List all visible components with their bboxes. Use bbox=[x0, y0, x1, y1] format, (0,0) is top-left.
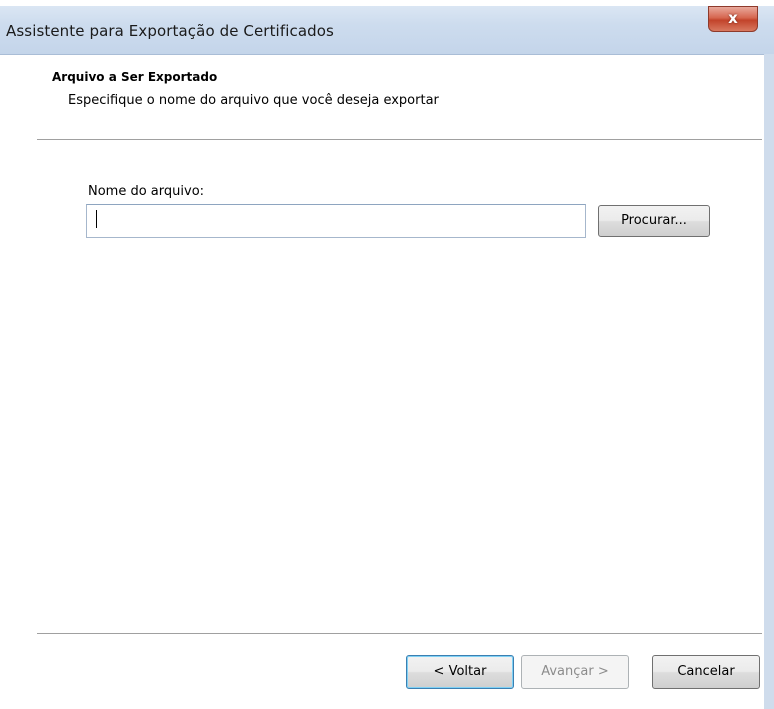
cancel-button-label: Cancelar bbox=[677, 664, 735, 679]
filename-label: Nome do arquivo: bbox=[88, 184, 205, 199]
title-bar[interactable]: Assistente para Exportação de Certificad… bbox=[0, 0, 774, 55]
certificate-export-wizard-window: Assistente para Exportação de Certificad… bbox=[0, 0, 774, 709]
footer-divider bbox=[37, 633, 762, 635]
window-title: Assistente para Exportação de Certificad… bbox=[6, 22, 334, 40]
cancel-button[interactable]: Cancelar bbox=[652, 655, 760, 689]
browse-button[interactable]: Procurar... bbox=[598, 205, 710, 237]
header-divider bbox=[37, 139, 762, 141]
titlebar-top-strip bbox=[0, 0, 774, 6]
page-subtitle: Especifique o nome do arquivo que você d… bbox=[68, 93, 439, 108]
next-button-label: Avançar > bbox=[541, 664, 609, 679]
back-button[interactable]: < Voltar bbox=[406, 655, 514, 689]
page-title: Arquivo a Ser Exportado bbox=[52, 70, 218, 84]
close-icon: x bbox=[728, 9, 738, 27]
browse-button-label: Procurar... bbox=[621, 213, 687, 228]
close-button[interactable]: x bbox=[708, 6, 758, 32]
back-button-label: < Voltar bbox=[433, 664, 487, 679]
text-caret bbox=[96, 210, 97, 228]
window-frame-right bbox=[764, 54, 774, 709]
filename-input[interactable] bbox=[86, 204, 586, 238]
next-button[interactable]: Avançar > bbox=[521, 655, 629, 689]
